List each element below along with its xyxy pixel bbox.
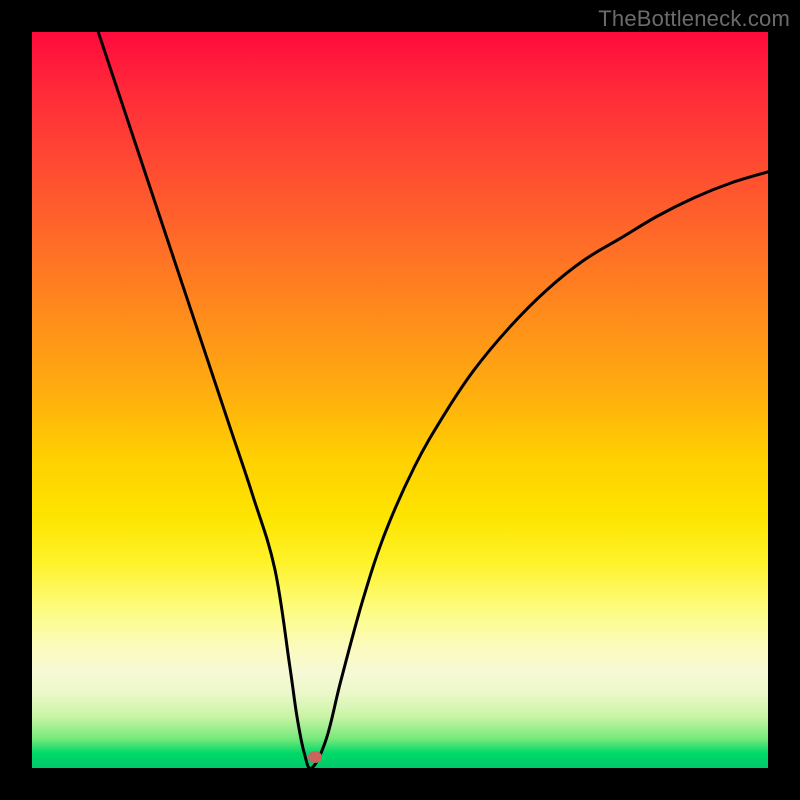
chart-frame: TheBottleneck.com <box>0 0 800 800</box>
plot-area <box>32 32 768 768</box>
watermark-text: TheBottleneck.com <box>598 6 790 32</box>
curve-svg <box>32 32 768 768</box>
bottleneck-curve-path <box>98 32 768 769</box>
optimum-marker <box>308 751 322 763</box>
